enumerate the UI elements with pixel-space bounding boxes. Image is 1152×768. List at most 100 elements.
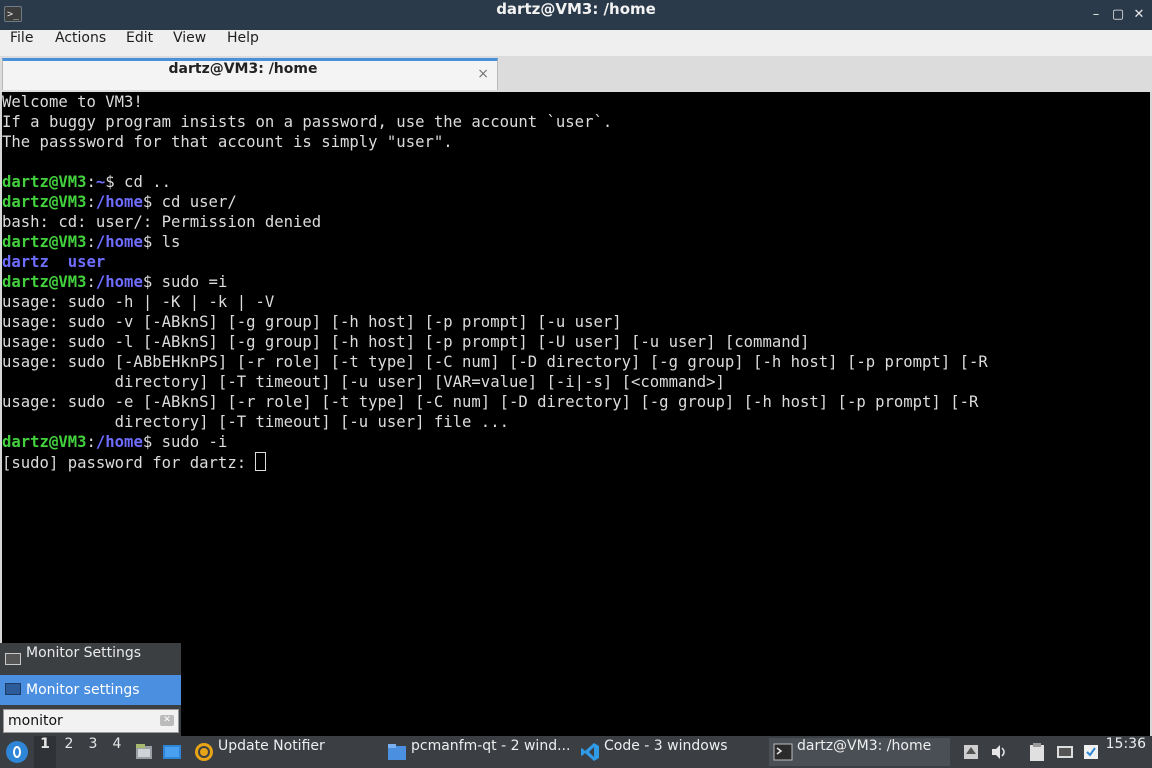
prompt-path: /home	[95, 433, 143, 451]
prompt-user: dartz@VM3	[2, 433, 87, 451]
task-label: pcmanfm-qt - 2 wind...	[411, 738, 571, 754]
terminal-text: Welcome to VM3! If a buggy program insist…	[2, 92, 988, 472]
volume-icon[interactable]	[990, 742, 1008, 762]
tab-close-icon[interactable]: ×	[477, 66, 489, 82]
terminal-segment: $ ls	[142, 233, 181, 251]
tray-arrow-icon[interactable]	[962, 742, 980, 762]
prompt-path: /home	[95, 233, 143, 251]
tab-label: dartz@VM3: /home	[168, 61, 318, 77]
terminal-line: directory] [-T timeout] [-u user] [VAR=v…	[2, 372, 988, 392]
terminal-segment: usage: sudo -e [-ABknS] [-r role] [-t ty…	[2, 393, 979, 411]
terminal-line: usage: sudo -l [-ABknS] [-g group] [-h h…	[2, 332, 988, 352]
clock[interactable]: 15:36	[1106, 736, 1146, 768]
vscode-icon	[581, 743, 599, 761]
task-label: Update Notifier	[218, 738, 325, 754]
app-launcher-popup: Monitor Settings Monitor settings ✕	[0, 643, 181, 736]
directory-entry: dartz	[2, 253, 49, 271]
terminal-segment	[49, 253, 68, 271]
prompt-user: dartz@VM3	[2, 173, 87, 191]
terminal-segment: $ sudo =i	[142, 273, 228, 291]
terminal-segment: :	[86, 433, 96, 451]
terminal-line: If a buggy program insists on a password…	[2, 112, 988, 132]
menu-edit[interactable]: Edit	[126, 30, 153, 56]
workspace-2[interactable]: 2	[58, 736, 80, 768]
window-title: dartz@VM3: /home	[496, 0, 656, 18]
update-notifier-icon	[195, 743, 213, 761]
terminal-line: usage: sudo -e [-ABknS] [-r role] [-t ty…	[2, 392, 988, 412]
launcher-result-monitor-settings[interactable]: Monitor Settings	[0, 645, 181, 673]
terminal-line: Welcome to VM3!	[2, 92, 988, 112]
start-menu-icon[interactable]	[6, 741, 28, 763]
menu-view[interactable]: View	[173, 30, 206, 56]
terminal-segment: $ sudo -i	[142, 433, 228, 451]
show-desktop-icon[interactable]	[162, 742, 182, 762]
launcher-result-label: Monitor Settings	[26, 645, 142, 661]
clipboard-icon[interactable]	[1028, 742, 1046, 762]
launcher-result-monitor-settings-selected[interactable]: Monitor settings	[0, 675, 181, 705]
menu-file[interactable]: File	[10, 30, 33, 56]
task-terminal[interactable]: dartz@VM3: /home	[769, 738, 950, 766]
terminal-segment: :	[86, 173, 96, 191]
menu-actions[interactable]: Actions	[55, 30, 106, 56]
terminal-segment: :	[86, 273, 96, 291]
terminal-segment: usage: sudo -v [-ABknS] [-g group] [-h h…	[2, 313, 622, 331]
launcher-search-input[interactable]	[8, 711, 152, 731]
terminal-segment: usage: sudo [-ABbEHknPS] [-r role] [-t t…	[2, 353, 988, 371]
terminal-icon	[773, 743, 793, 761]
terminal-line: dartz user	[2, 252, 988, 272]
folder-icon	[388, 744, 406, 760]
terminal-line: usage: sudo -v [-ABknS] [-g group] [-h h…	[2, 312, 988, 332]
clear-icon[interactable]: ✕	[160, 715, 174, 726]
tab-bar: dartz@VM3: /home ×	[0, 56, 1152, 92]
terminal-output[interactable]: Welcome to VM3! If a buggy program insist…	[2, 92, 1150, 736]
terminal-segment: Welcome to VM3!	[2, 93, 143, 111]
workspace-1[interactable]: 1	[34, 736, 56, 768]
tab-terminal[interactable]: dartz@VM3: /home ×	[2, 58, 498, 90]
terminal-segment: The passsword for that account is simply…	[2, 133, 453, 151]
minimize-icon[interactable]: –	[1088, 7, 1104, 23]
task-label: Code - 3 windows	[604, 738, 728, 754]
menu-help[interactable]: Help	[227, 30, 259, 56]
terminal-line: The passsword for that account is simply…	[2, 132, 988, 152]
close-icon[interactable]: ✕	[1131, 7, 1147, 23]
taskbar: 1 2 3 4 Update Notifier pcmanfm-qt - 2 w…	[0, 736, 1152, 768]
maximize-icon[interactable]: ▢	[1110, 7, 1126, 23]
task-pcmanfm[interactable]: pcmanfm-qt - 2 wind...	[383, 738, 573, 766]
terminal-segment: If a buggy program insists on a password…	[2, 113, 613, 131]
workspace-4[interactable]: 4	[106, 736, 128, 768]
terminal-segment: usage: sudo -h | -K | -k | -V	[2, 293, 275, 311]
task-vscode[interactable]: Code - 3 windows	[576, 738, 766, 766]
prompt-path: /home	[95, 273, 143, 291]
prompt-user: dartz@VM3	[2, 233, 87, 251]
terminal-segment: $ cd ..	[105, 173, 171, 191]
terminal-cursor	[255, 452, 267, 471]
prompt-path: ~	[95, 173, 106, 191]
launcher-result-label: Monitor settings	[26, 682, 140, 698]
terminal-line: usage: sudo [-ABbEHknPS] [-r role] [-t t…	[2, 352, 988, 372]
terminal-line: dartz@VM3:/home$ sudo =i	[2, 272, 988, 292]
launcher-search-box[interactable]: ✕	[3, 709, 179, 733]
terminal-line: dartz@VM3:/home$ sudo -i	[2, 432, 988, 452]
workspace-3[interactable]: 3	[82, 736, 104, 768]
terminal-line: usage: sudo -h | -K | -k | -V	[2, 292, 988, 312]
task-update-notifier[interactable]: Update Notifier	[190, 738, 380, 766]
terminal-line: dartz@VM3:/home$ ls	[2, 232, 988, 252]
terminal-segment: :	[86, 193, 96, 211]
file-manager-icon[interactable]	[134, 742, 154, 762]
prompt-user: dartz@VM3	[2, 193, 87, 211]
terminal-segment: usage: sudo -l [-ABknS] [-g group] [-h h…	[2, 333, 810, 351]
prompt-user: dartz@VM3	[2, 273, 87, 291]
monitor-icon	[5, 653, 21, 665]
terminal-segment: directory] [-T timeout] [-u user] [VAR=v…	[2, 373, 725, 391]
terminal-line: dartz@VM3:/home$ cd user/	[2, 192, 988, 212]
directory-entry: user	[67, 253, 106, 271]
menu-bar: File Actions Edit View Help	[0, 30, 1152, 56]
terminal-segment: directory] [-T timeout] [-u user] file .…	[2, 413, 509, 431]
network-icon[interactable]	[1056, 742, 1074, 762]
terminal-segment: [sudo] password for dartz:	[2, 454, 256, 472]
prompt-path: /home	[95, 193, 143, 211]
terminal-segment: $ cd user/	[142, 193, 237, 211]
terminal-segment: bash: cd: user/: Permission denied	[2, 213, 322, 231]
window-titlebar[interactable]: >_ dartz@VM3: /home – ▢ ✕	[0, 0, 1152, 30]
updates-icon[interactable]	[1082, 742, 1100, 762]
